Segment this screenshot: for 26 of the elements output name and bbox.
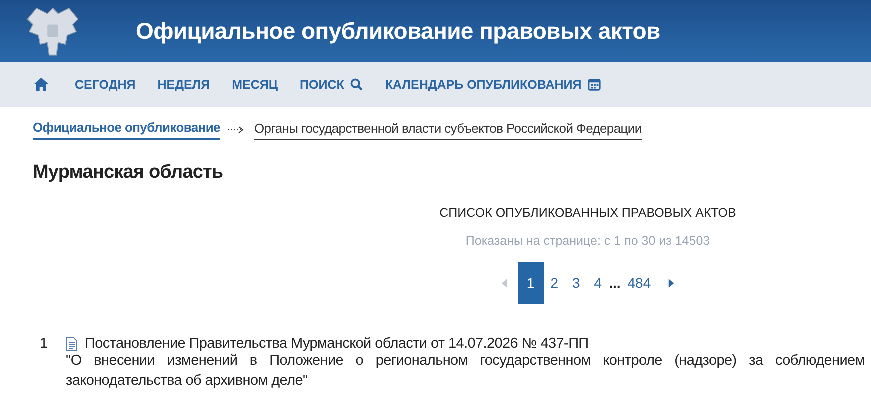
page-link[interactable]: 4: [587, 262, 610, 304]
nav-link[interactable]: СЕГОДНЯ: [75, 78, 136, 92]
nav-link[interactable]: МЕСЯЦ: [232, 78, 278, 92]
breadcrumb-link[interactable]: Органы государственной власти субъектов Российской Федерации: [254, 120, 642, 140]
page-link[interactable]: 2: [544, 262, 566, 304]
document-number: 1: [40, 336, 50, 354]
page-link[interactable]: 1: [518, 262, 544, 304]
arrow-icon: [228, 126, 246, 134]
site-title: Официальное опубликование правовых актов: [136, 18, 660, 44]
ellipsis: ...: [609, 275, 621, 291]
next-page-icon[interactable]: [668, 278, 676, 288]
nav-link[interactable]: КАЛЕНДАРЬ ОПУБЛИКОВАНИЯ: [385, 78, 601, 92]
home-icon[interactable]: [33, 77, 50, 92]
results-info: Показаны на странице: с 1 по 30 из 14503: [464, 234, 712, 248]
calendar-icon: [588, 78, 601, 91]
document-title[interactable]: Постановление Правительства Мурманской области от 14.07.2026 № 437-ПП: [85, 336, 589, 352]
list-title: СПИСОК ОПУБЛИКОВАННЫХ ПРАВОВЫХ АКТОВ: [438, 206, 738, 220]
page-heading: Мурманская область: [33, 162, 224, 184]
page-link[interactable]: 484: [620, 262, 658, 304]
document-icon: [66, 336, 78, 352]
nav-link[interactable]: НЕДЕЛЯ: [158, 78, 210, 92]
page-link[interactable]: 3: [565, 262, 588, 304]
search-icon: [350, 78, 364, 91]
breadcrumb-link[interactable]: Официальное опубликование: [33, 120, 220, 140]
document-description: "О внесении изменений в Положение о региональном государственном контроле (надзоре) за соблюдением законодательства об архивном деле": [66, 352, 865, 391]
nav-link[interactable]: ПОИСК: [300, 78, 364, 92]
